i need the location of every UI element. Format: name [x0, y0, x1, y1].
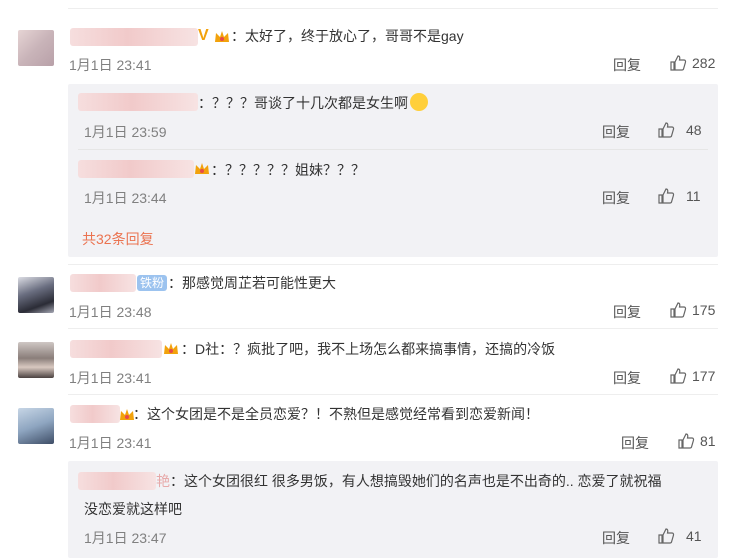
like-count: 177 [692, 368, 716, 384]
comment-divider [68, 264, 718, 265]
reply-text: ：？？？哥谈了十几次都是女生啊 [198, 93, 428, 113]
comment-divider [68, 394, 718, 395]
like-thumb-icon[interactable] [669, 301, 687, 319]
like-thumb-icon[interactable] [657, 527, 675, 545]
comment-time: 1月1日 23:48 [69, 304, 152, 320]
reply-button[interactable]: 回复 [613, 368, 641, 388]
username-blurred[interactable] [78, 472, 156, 490]
username-blurred[interactable] [70, 405, 120, 423]
reply-divider [78, 149, 708, 150]
reply-time: 1月1日 23:59 [84, 124, 167, 140]
reply-button[interactable]: 回复 [602, 188, 630, 208]
reply-text: ：这个女团很红 很多男饭，有人想搞毁她们的名声也是不出奇的.. 恋爱了就祝福 [170, 473, 662, 489]
comment-time: 1月1日 23:41 [69, 435, 152, 451]
like-thumb-icon[interactable] [657, 187, 675, 205]
comment-text: ：D社：？疯批了吧，我不上场怎么都来搞事情，还搞的冷饭 [181, 341, 556, 357]
more-replies-link[interactable]: 共32条回复 [82, 229, 154, 249]
like-thumb-icon[interactable] [657, 121, 675, 139]
crown-badge-icon [164, 343, 178, 354]
avatar[interactable] [18, 342, 54, 378]
comment-text: ：太好了，终于放心了，哥哥不是gay [231, 28, 464, 44]
comment-text: ：这个女团是不是全员恋爱？！不熟但是感觉经常看到恋爱新闻！ [133, 406, 539, 422]
comment-time: 1月1日 23:41 [69, 370, 152, 386]
username-blurred[interactable] [70, 28, 198, 46]
reply-button[interactable]: 回复 [613, 302, 641, 322]
like-count: 11 [686, 188, 701, 204]
username-blurred[interactable] [78, 160, 194, 178]
like-count: 48 [686, 122, 702, 138]
verified-badge-icon: V [198, 27, 209, 44]
crown-badge-icon [215, 31, 229, 42]
reply-time: 1月1日 23:44 [84, 190, 167, 206]
username-blurred[interactable] [78, 93, 198, 111]
crown-badge-icon [195, 163, 209, 174]
reply-button[interactable]: 回复 [613, 55, 641, 75]
reply-button[interactable]: 回复 [621, 433, 649, 453]
fan-badge: 铁粉 [137, 275, 168, 291]
like-count: 81 [700, 433, 716, 449]
top-divider [68, 8, 718, 9]
username-blurred[interactable] [70, 340, 162, 358]
reply-text-line2: 没恋爱就这样吧 [84, 501, 182, 517]
avatar[interactable] [18, 30, 54, 66]
comment-time: 1月1日 23:41 [69, 57, 152, 73]
comment-text: ：那感觉周芷若可能性更大 [168, 275, 336, 291]
like-thumb-icon[interactable] [669, 367, 687, 385]
reply-button[interactable]: 回复 [602, 528, 630, 548]
like-thumb-icon[interactable] [677, 432, 695, 450]
comment-divider [68, 328, 718, 329]
avatar[interactable] [18, 408, 54, 444]
reply-button[interactable]: 回复 [602, 122, 630, 142]
like-count: 41 [686, 528, 702, 544]
like-thumb-icon[interactable] [669, 54, 687, 72]
laughing-tears-emoji-icon [410, 93, 428, 111]
like-count: 282 [692, 55, 716, 71]
username-blurred[interactable] [70, 274, 136, 292]
reply-text: ：？？？？？姐妹？？？ [211, 162, 365, 178]
reply-username-tail: 艳 [156, 473, 170, 489]
reply-time: 1月1日 23:47 [84, 530, 167, 546]
like-count: 175 [692, 302, 716, 318]
avatar[interactable] [18, 277, 54, 313]
